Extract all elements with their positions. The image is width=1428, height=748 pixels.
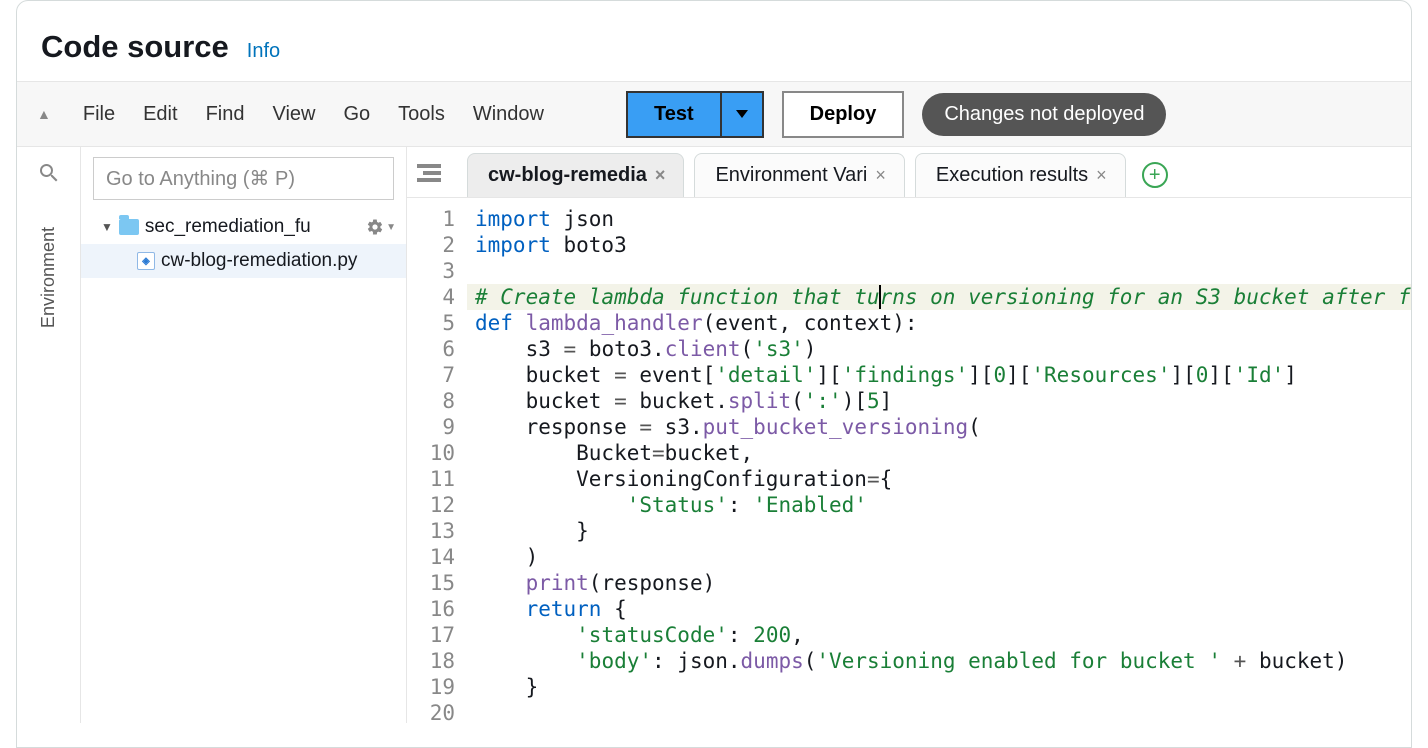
close-icon[interactable]: × bbox=[875, 165, 886, 186]
test-button[interactable]: Test bbox=[626, 91, 722, 138]
page-title: Code source bbox=[41, 29, 229, 65]
menu-item-tools[interactable]: Tools bbox=[384, 97, 459, 132]
python-file-icon: ◈ bbox=[137, 252, 155, 270]
code-line[interactable]: response = s3.put_bucket_versioning( bbox=[467, 414, 1411, 440]
file-label: cw-blog-remediation.py bbox=[161, 250, 396, 272]
caret-down-icon bbox=[736, 110, 748, 118]
code-line[interactable]: def lambda_handler(event, context): bbox=[467, 310, 1411, 336]
code-line[interactable]: import json bbox=[467, 206, 1411, 232]
editor-tab[interactable]: cw-blog-remedia × bbox=[467, 153, 684, 197]
close-icon[interactable]: × bbox=[655, 165, 666, 186]
menu-item-find[interactable]: Find bbox=[192, 97, 259, 132]
header: Code source Info bbox=[17, 1, 1411, 81]
tree-caret-icon: ▼ bbox=[101, 220, 113, 234]
search-icon[interactable] bbox=[37, 161, 61, 185]
file-explorer: Go to Anything (⌘ P) ▼ sec_remediation_f… bbox=[81, 147, 407, 723]
menu-item-go[interactable]: Go bbox=[329, 97, 384, 132]
folder-label: sec_remediation_fu bbox=[145, 216, 360, 238]
code-line[interactable]: Bucket=bucket, bbox=[467, 440, 1411, 466]
code-line[interactable]: } bbox=[467, 518, 1411, 544]
tab-label: cw-blog-remedia bbox=[488, 164, 647, 187]
deploy-button[interactable]: Deploy bbox=[782, 91, 905, 138]
code-line[interactable] bbox=[467, 258, 1411, 284]
menu-item-file[interactable]: File bbox=[69, 97, 129, 132]
deploy-status-badge: Changes not deployed bbox=[922, 93, 1166, 136]
goto-anything-input[interactable]: Go to Anything (⌘ P) bbox=[93, 157, 394, 200]
left-gutter: Environment bbox=[17, 147, 81, 723]
folder-settings-button[interactable]: ▼ bbox=[366, 218, 396, 236]
tree-file-row[interactable]: ◈ cw-blog-remediation.py bbox=[81, 244, 406, 278]
code-line[interactable]: return { bbox=[467, 596, 1411, 622]
line-number-gutter: 1234567891011121314151617181920 bbox=[407, 198, 467, 723]
outline-toggle-icon[interactable] bbox=[417, 164, 441, 182]
test-dropdown-button[interactable] bbox=[722, 91, 764, 138]
tree-folder-row[interactable]: ▼ sec_remediation_fu ▼ bbox=[81, 210, 406, 244]
folder-icon bbox=[119, 219, 139, 235]
code-line[interactable]: } bbox=[467, 674, 1411, 700]
code-line[interactable]: s3 = boto3.client('s3') bbox=[467, 336, 1411, 362]
code-line[interactable]: bucket = bucket.split(':')[5] bbox=[467, 388, 1411, 414]
new-tab-button[interactable]: + bbox=[1142, 162, 1168, 188]
code-line[interactable]: 'statusCode': 200, bbox=[467, 622, 1411, 648]
menu-item-view[interactable]: View bbox=[258, 97, 329, 132]
code-line[interactable]: ) bbox=[467, 544, 1411, 570]
code-line[interactable]: import boto3 bbox=[467, 232, 1411, 258]
editor-tabs: cw-blog-remedia×Environment Vari×Executi… bbox=[407, 147, 1411, 198]
collapse-tree-icon[interactable]: ▲ bbox=[37, 106, 51, 122]
code-line[interactable]: 'body': json.dumps('Versioning enabled f… bbox=[467, 648, 1411, 674]
code-line[interactable]: print(response) bbox=[467, 570, 1411, 596]
code-line[interactable]: bucket = event['detail']['findings'][0][… bbox=[467, 362, 1411, 388]
code-content[interactable]: import jsonimport boto3 # Create lambda f… bbox=[467, 198, 1411, 723]
tab-label: Environment Vari bbox=[715, 164, 867, 187]
editor-tab[interactable]: Environment Vari × bbox=[694, 153, 904, 197]
environment-panel-label[interactable]: Environment bbox=[38, 215, 59, 340]
menubar: ▲ FileEditFindViewGoToolsWindow Test Dep… bbox=[17, 81, 1411, 147]
gear-icon bbox=[366, 218, 384, 236]
close-icon[interactable]: × bbox=[1096, 165, 1107, 186]
menu-item-edit[interactable]: Edit bbox=[129, 97, 191, 132]
code-line[interactable]: VersioningConfiguration={ bbox=[467, 466, 1411, 492]
info-link[interactable]: Info bbox=[247, 40, 280, 63]
tab-label: Execution results bbox=[936, 164, 1088, 187]
menu-item-window[interactable]: Window bbox=[459, 97, 558, 132]
editor-tab[interactable]: Execution results × bbox=[915, 153, 1126, 197]
code-line[interactable]: 'Status': 'Enabled' bbox=[467, 492, 1411, 518]
code-line[interactable] bbox=[467, 700, 1411, 723]
code-line[interactable]: # Create lambda function that turns on v… bbox=[467, 284, 1411, 310]
caret-down-icon: ▼ bbox=[386, 222, 396, 233]
code-editor[interactable]: 1234567891011121314151617181920 import j… bbox=[407, 198, 1411, 723]
text-cursor bbox=[879, 285, 881, 309]
